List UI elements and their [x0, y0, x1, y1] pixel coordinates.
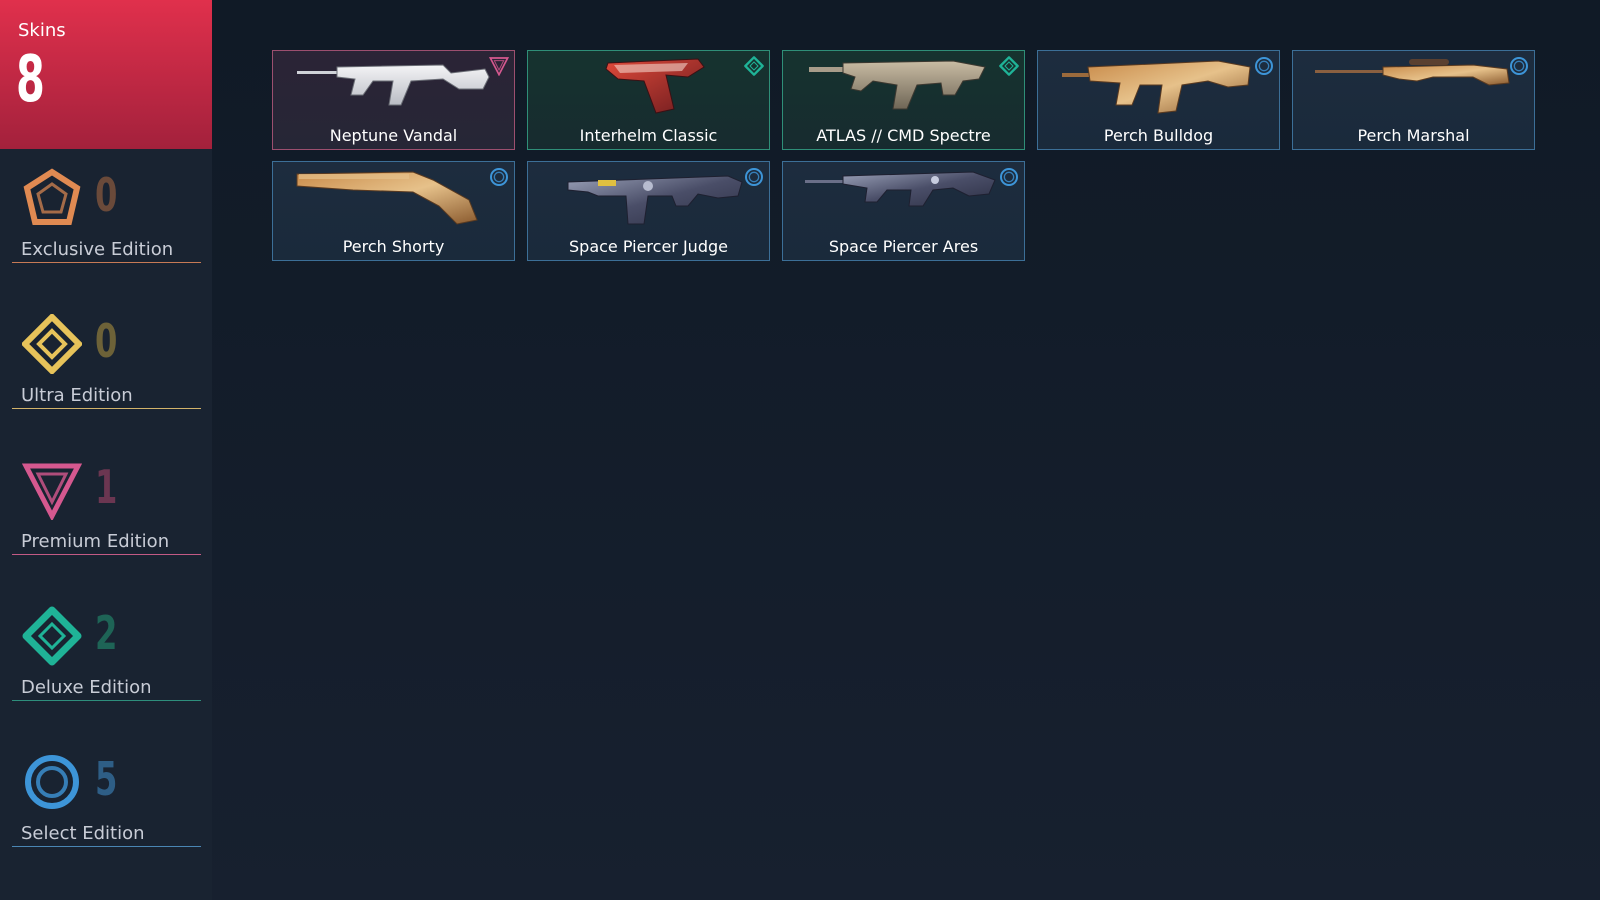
skin-card[interactable]: Space Piercer Judge — [527, 161, 770, 261]
tier-name: Deluxe Edition — [21, 677, 152, 698]
tier-name: Premium Edition — [21, 531, 170, 552]
skin-name: Perch Shorty — [342, 237, 445, 256]
skin-name: Perch Bulldog — [1103, 126, 1214, 145]
tier-deluxe-edition[interactable]: 2 Deluxe Edition — [0, 606, 212, 716]
premium-edition-icon — [21, 460, 83, 522]
deluxe-edition-icon — [999, 56, 1019, 76]
ares-gun-image — [803, 166, 1003, 230]
select-edition-icon — [744, 167, 764, 187]
total-skins-count: 8 — [16, 43, 45, 117]
total-skins-card: Skins 8 — [0, 0, 212, 149]
skin-name: Space Piercer Ares — [828, 237, 979, 256]
tier-divider — [12, 554, 201, 555]
select-edition-icon — [1509, 56, 1529, 76]
vandal-gun-image — [293, 55, 493, 119]
tier-divider — [12, 262, 201, 263]
deluxe-edition-icon — [22, 606, 82, 666]
skin-name: ATLAS // CMD Spectre — [816, 126, 991, 145]
tier-select-edition[interactable]: 5 Select Edition — [0, 752, 212, 862]
bulldog-gun-image — [1058, 55, 1258, 119]
skin-card[interactable]: Perch Shorty — [272, 161, 515, 261]
marshal-gun-image — [1313, 55, 1513, 119]
tier-name: Ultra Edition — [21, 385, 133, 406]
select-edition-icon — [489, 167, 509, 187]
total-skins-label: Skins — [18, 20, 66, 41]
skin-name: Space Piercer Judge — [569, 237, 728, 256]
tier-count: 0 — [95, 314, 118, 368]
exclusive-edition-icon — [22, 168, 82, 228]
skin-card[interactable]: Perch Bulldog — [1037, 50, 1280, 150]
shorty-gun-image — [293, 166, 493, 230]
tier-premium-edition[interactable]: 1 Premium Edition — [0, 460, 212, 570]
skin-card[interactable]: Interhelm Classic — [527, 50, 770, 150]
tier-divider — [12, 700, 201, 701]
tier-count: 5 — [95, 752, 118, 806]
skin-name: Interhelm Classic — [579, 126, 718, 145]
skin-card[interactable]: Neptune Vandal — [272, 50, 515, 150]
tier-count: 1 — [95, 460, 118, 514]
tier-sidebar: Skins 8 0 Exclusive Edition 0 Ultra Editio… — [0, 0, 212, 900]
ultra-edition-icon — [20, 312, 84, 376]
classic-gun-image — [548, 55, 748, 119]
tier-name: Exclusive Edition — [21, 239, 174, 260]
tier-exclusive-edition[interactable]: 0 Exclusive Edition — [0, 168, 212, 278]
select-edition-icon — [999, 167, 1019, 187]
collection-screen: Skins 8 0 Exclusive Edition 0 Ultra Editio… — [0, 0, 1600, 900]
tier-count: 2 — [95, 606, 118, 660]
tier-name: Select Edition — [21, 823, 145, 844]
skin-name: Perch Marshal — [1357, 126, 1470, 145]
tier-divider — [12, 846, 201, 847]
judge-gun-image — [548, 166, 748, 230]
spectre-gun-image — [803, 55, 1003, 119]
tier-count: 0 — [95, 168, 118, 222]
premium-edition-icon — [488, 56, 510, 77]
skin-name: Neptune Vandal — [329, 126, 458, 145]
deluxe-edition-icon — [744, 56, 764, 76]
tier-ultra-edition[interactable]: 0 Ultra Edition — [0, 312, 212, 424]
tier-divider — [12, 408, 201, 409]
skin-card[interactable]: ATLAS // CMD Spectre — [782, 50, 1025, 150]
select-edition-icon — [22, 752, 82, 812]
select-edition-icon — [1254, 56, 1274, 76]
skin-card[interactable]: Space Piercer Ares — [782, 161, 1025, 261]
skin-card[interactable]: Perch Marshal — [1292, 50, 1535, 150]
